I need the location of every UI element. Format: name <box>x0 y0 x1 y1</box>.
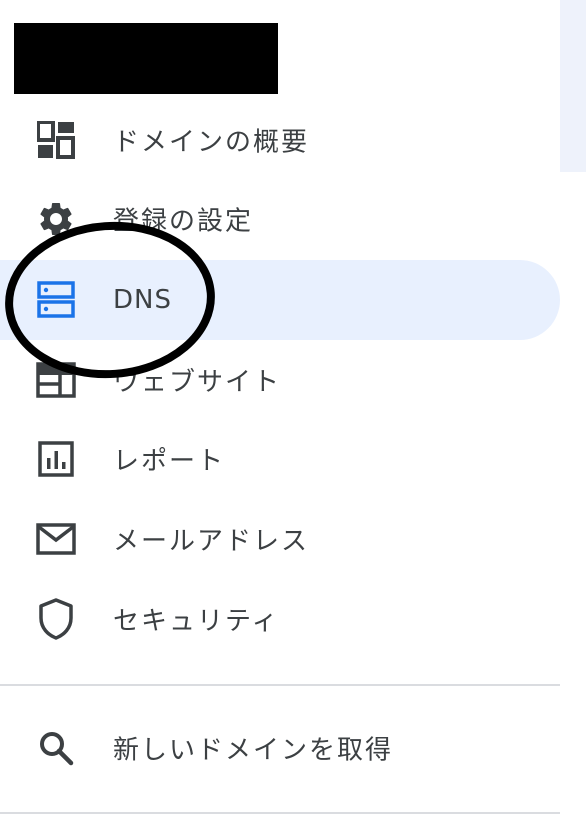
sidebar-item-security[interactable]: セキュリティ <box>0 579 560 659</box>
divider <box>0 812 560 814</box>
sidebar-item-registration-settings[interactable]: 登録の設定 <box>0 179 560 259</box>
sidebar-item-label: ドメインの概要 <box>113 127 310 158</box>
dashboard-icon <box>36 120 76 160</box>
sidebar-item-label: メールアドレス <box>113 526 310 557</box>
search-icon <box>36 728 76 768</box>
website-icon <box>36 360 76 400</box>
active-highlight <box>0 260 560 340</box>
sidebar-item-label: DNS <box>113 285 172 315</box>
sidebar-item-label: 新しいドメインを取得 <box>113 735 394 766</box>
shield-icon <box>36 598 76 640</box>
sidebar-item-report[interactable]: レポート <box>0 419 560 499</box>
dns-icon <box>36 280 76 320</box>
sidebar-item-domain-overview[interactable]: ドメインの概要 <box>0 100 560 180</box>
sidebar-item-get-new-domain[interactable]: 新しいドメインを取得 <box>0 708 560 788</box>
mail-icon <box>36 519 76 559</box>
sidebar-item-website[interactable]: ウェブサイト <box>0 340 560 420</box>
sidebar-item-label: レポート <box>113 446 226 477</box>
scrollbar-track[interactable] <box>560 0 586 172</box>
sidebar-item-label: ウェブサイト <box>113 367 282 398</box>
sidebar-item-label: 登録の設定 <box>113 206 254 237</box>
sidebar-item-dns[interactable]: DNS <box>0 260 560 340</box>
divider <box>0 684 560 686</box>
sidebar-item-email[interactable]: メールアドレス <box>0 499 560 579</box>
report-icon <box>36 439 76 479</box>
gear-icon <box>36 199 76 239</box>
redacted-title-block <box>14 23 278 94</box>
sidebar-item-label: セキュリティ <box>113 606 280 637</box>
